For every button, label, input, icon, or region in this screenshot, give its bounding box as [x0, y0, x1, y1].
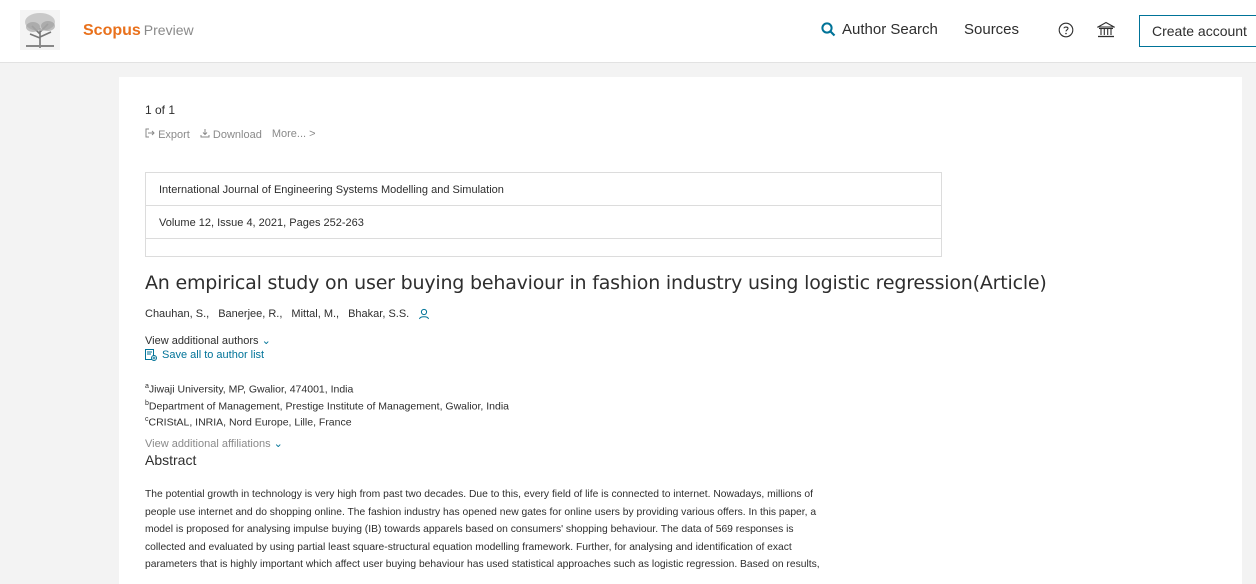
top-header: Scopus Preview Author Search Sources Crea…	[0, 0, 1256, 63]
abstract-line: model is proposed for analysing impulse …	[145, 524, 794, 535]
chevron-down-icon: ⌄	[261, 335, 271, 347]
author-link[interactable]: Bhakar, S.S.	[348, 308, 409, 320]
brand[interactable]: Scopus Preview	[83, 22, 194, 40]
more-button[interactable]: More... >	[272, 128, 316, 141]
save-list-icon	[145, 349, 157, 361]
abstract-line: collected and evaluated by using partial…	[145, 541, 792, 553]
create-account-button[interactable]: Create account	[1139, 15, 1256, 47]
source-info-box: International Journal of Engineering Sys…	[145, 172, 942, 257]
brand-sub: Preview	[143, 22, 194, 38]
search-icon	[821, 22, 836, 37]
abstract-text: The potential growth in technology is ve…	[145, 486, 945, 574]
author-search-label: Author Search	[842, 21, 938, 38]
view-additional-affiliations-label: View additional affiliations	[145, 438, 271, 450]
author-search-link[interactable]: Author Search	[821, 21, 938, 38]
view-additional-affiliations-link[interactable]: View additional affiliations ⌄	[145, 437, 283, 450]
abstract-line: The potential growth in technology is ve…	[145, 489, 813, 500]
save-to-author-list-label: Save all to author list	[162, 349, 265, 361]
view-additional-authors-label: View additional authors	[145, 335, 259, 347]
author-list: Chauhan, S., Banerjee, R., Mittal, M., B…	[145, 308, 430, 320]
download-label: Download	[212, 129, 262, 141]
source-empty-row	[146, 239, 941, 256]
download-icon	[200, 129, 210, 138]
author-link[interactable]: Mittal, M.,	[291, 308, 339, 320]
affiliations: aJiwaji University, MP, Gwalior, 474001,…	[145, 380, 509, 430]
affiliation-item: aJiwaji University, MP, Gwalior, 474001,…	[145, 383, 354, 396]
abstract-line: people use internet and do shopping onli…	[145, 506, 817, 518]
author-link[interactable]: Chauhan, S.,	[145, 308, 209, 320]
institution-icon[interactable]	[1097, 21, 1115, 39]
document-toolbar: Export Download More... >	[145, 128, 316, 141]
abstract-line: parameters that is highly important whic…	[145, 559, 820, 570]
sources-link[interactable]: Sources	[964, 21, 1019, 38]
brand-name: Scopus	[83, 22, 141, 39]
chevron-down-icon: ⌄	[273, 438, 283, 450]
download-button[interactable]: Download	[200, 128, 262, 141]
person-icon[interactable]	[418, 308, 430, 320]
journal-title-link[interactable]: International Journal of Engineering Sys…	[146, 173, 941, 206]
export-label: Export	[158, 129, 190, 141]
affiliation-item: bDepartment of Management, Prestige Inst…	[145, 399, 510, 413]
result-count: 1 of 1	[145, 103, 176, 117]
affiliation-item: cCRIStAL, INRIA, Nord Europe, Lille, Fra…	[145, 416, 352, 429]
export-button[interactable]: Export	[145, 128, 190, 141]
view-additional-authors-link[interactable]: View additional authors ⌄	[145, 334, 271, 347]
elsevier-tree-logo[interactable]	[20, 10, 60, 50]
author-link[interactable]: Banerjee, R.,	[218, 308, 282, 320]
save-to-author-list-link[interactable]: Save all to author list	[145, 349, 264, 361]
export-icon	[145, 128, 155, 138]
help-icon[interactable]	[1058, 22, 1074, 38]
abstract-heading: Abstract	[145, 452, 197, 468]
volume-issue-pages: Volume 12, Issue 4, 2021, Pages 252-263	[146, 206, 941, 239]
article-title: An empirical study on user buying behavi…	[145, 272, 1047, 294]
